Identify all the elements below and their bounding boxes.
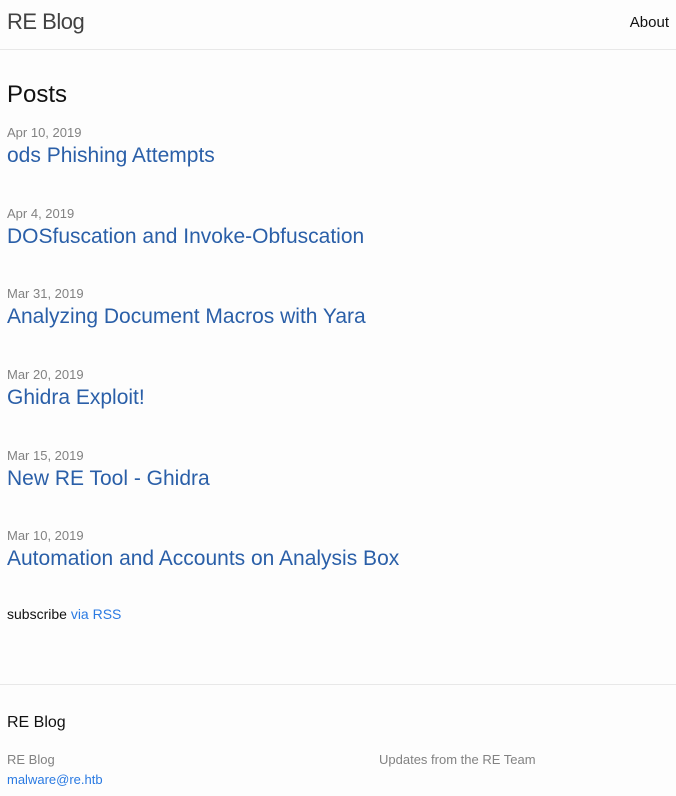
post-title-link[interactable]: Automation and Accounts on Analysis Box	[7, 546, 676, 572]
footer-contact: RE Blog malware@re.htb	[7, 750, 103, 790]
post-list-item: Mar 20, 2019 Ghidra Exploit!	[7, 367, 676, 448]
site-title-link[interactable]: RE Blog	[7, 8, 85, 36]
post-title-link[interactable]: Ghidra Exploit!	[7, 385, 676, 411]
page-content: Posts Apr 10, 2019 ods Phishing Attempts…	[0, 50, 676, 624]
post-date: Apr 4, 2019	[7, 205, 75, 221]
post-list-item: Apr 10, 2019 ods Phishing Attempts	[7, 125, 676, 206]
rss-link[interactable]: via RSS	[71, 606, 122, 622]
post-title-link[interactable]: ods Phishing Attempts	[7, 143, 676, 169]
post-date: Mar 31, 2019	[7, 286, 84, 302]
footer-site-name: RE Blog	[7, 752, 55, 767]
site-nav: About	[630, 13, 669, 33]
post-list-item: Mar 15, 2019 New RE Tool - Ghidra	[7, 448, 676, 529]
footer-heading: RE Blog	[7, 714, 66, 731]
post-date: Mar 15, 2019	[7, 447, 84, 463]
post-date: Apr 10, 2019	[7, 125, 82, 140]
site-footer: RE Blog RE Blog malware@re.htb Updates f…	[0, 684, 676, 787]
post-title-link[interactable]: Analyzing Document Macros with Yara	[7, 304, 676, 330]
post-title-link[interactable]: New RE Tool - Ghidra	[7, 466, 676, 492]
footer-description: Updates from the RE Team	[379, 752, 536, 767]
post-list: Apr 10, 2019 ods Phishing Attempts Apr 4…	[7, 109, 676, 609]
post-list-item: Apr 4, 2019 DOSfuscation and Invoke-Obfu…	[7, 206, 676, 287]
site-header: RE Blog About	[0, 0, 676, 50]
page-heading: Posts	[7, 81, 68, 108]
post-date: Mar 20, 2019	[7, 367, 84, 383]
footer-email-link[interactable]: malware@re.htb	[7, 770, 103, 790]
rss-subscribe: subscribe via RSS	[7, 604, 676, 624]
post-title-link[interactable]: DOSfuscation and Invoke-Obfuscation	[7, 224, 676, 250]
nav-about-link[interactable]: About	[630, 14, 669, 31]
post-list-item: Mar 10, 2019 Automation and Accounts on …	[7, 528, 676, 609]
post-list-item: Mar 31, 2019 Analyzing Document Macros w…	[7, 286, 676, 367]
post-date: Mar 10, 2019	[7, 528, 84, 544]
subscribe-label: subscribe	[7, 606, 67, 623]
